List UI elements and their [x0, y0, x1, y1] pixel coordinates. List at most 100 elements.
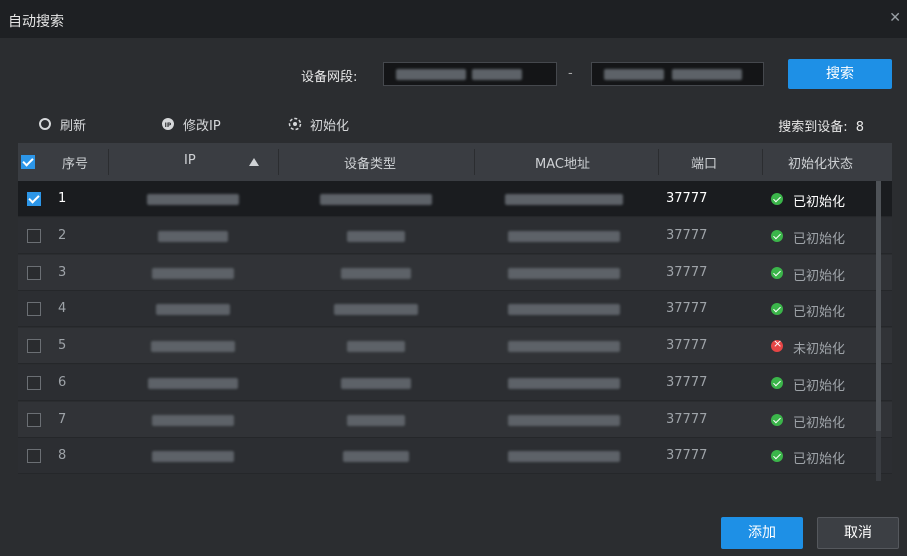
masked-mac	[508, 377, 620, 389]
header-type: 设备类型	[344, 157, 397, 172]
row-status: 未初始化	[793, 342, 846, 357]
row-status: 已初始化	[793, 195, 846, 210]
masked-device-type	[334, 304, 418, 316]
table-row[interactable]: 1 37777 已初始化	[18, 181, 892, 217]
check-circle-icon	[771, 303, 783, 316]
row-status: 已初始化	[793, 415, 846, 431]
row-port: 37777	[666, 301, 708, 317]
row-index: 6	[58, 374, 67, 390]
found-number: 8	[855, 120, 864, 135]
row-port: 37777	[666, 411, 708, 427]
modify-ip-label: 修改IP	[183, 118, 221, 134]
check-circle-icon	[771, 450, 783, 463]
masked-device-type	[341, 267, 411, 279]
window-title: 自动搜索	[8, 14, 64, 30]
masked-mac	[508, 230, 620, 242]
masked-text	[604, 69, 664, 80]
header-index: 序号	[62, 157, 89, 172]
masked-mac	[508, 414, 620, 426]
cancel-button[interactable]: 取消	[817, 517, 899, 549]
table-row[interactable]: 6 37777 已初始化	[18, 364, 892, 401]
close-icon[interactable]: ✕	[889, 10, 901, 26]
ip-icon: IP	[162, 118, 174, 130]
masked-text	[472, 69, 522, 80]
found-count: 搜索到设备: 8	[778, 116, 864, 135]
row-port: 37777	[666, 448, 708, 464]
header-divider	[474, 149, 475, 175]
row-index: 3	[58, 264, 67, 280]
masked-ip	[158, 230, 228, 242]
row-checkbox[interactable]	[27, 375, 41, 390]
sort-asc-icon[interactable]	[249, 158, 259, 166]
masked-device-type	[347, 230, 405, 242]
check-circle-icon	[771, 229, 783, 242]
start-ip-input[interactable]	[383, 62, 557, 86]
masked-device-type	[320, 194, 432, 205]
modify-ip-button[interactable]: IP 修改IP	[161, 115, 221, 134]
masked-ip	[152, 451, 234, 463]
masked-ip	[151, 341, 235, 352]
header-status: 初始化状态	[788, 157, 854, 172]
masked-ip	[156, 304, 230, 316]
header-divider	[108, 149, 109, 175]
header-mac: MAC地址	[535, 157, 590, 172]
row-port: 37777	[666, 191, 708, 206]
check-circle-icon	[771, 376, 783, 389]
refresh-button[interactable]: 刷新	[38, 115, 87, 134]
row-checkbox[interactable]	[27, 265, 41, 280]
masked-mac	[508, 341, 620, 352]
row-checkbox[interactable]	[27, 339, 41, 353]
row-checkbox[interactable]	[27, 192, 41, 206]
row-checkbox[interactable]	[27, 449, 41, 464]
header-divider	[658, 149, 659, 175]
row-port: 37777	[666, 264, 708, 280]
table-header: 序号 IP 设备类型 MAC地址 端口 初始化状态	[18, 143, 892, 181]
header-divider	[278, 149, 279, 175]
masked-device-type	[341, 377, 411, 389]
row-index: 2	[58, 227, 67, 243]
masked-mac	[508, 304, 620, 316]
add-button[interactable]: 添加	[721, 517, 803, 549]
masked-ip	[147, 194, 239, 205]
masked-mac	[508, 451, 620, 463]
refresh-label: 刷新	[60, 118, 87, 134]
row-checkbox[interactable]	[27, 228, 41, 243]
select-all-checkbox[interactable]	[21, 155, 35, 169]
check-circle-icon	[771, 413, 783, 426]
title-bar: 自动搜索 ✕	[0, 0, 907, 38]
table-row[interactable]: 2 37777 已初始化	[18, 217, 892, 254]
row-checkbox[interactable]	[27, 412, 41, 427]
masked-mac	[505, 194, 623, 205]
initialize-label: 初始化	[310, 118, 350, 134]
table-row[interactable]: 7 37777 已初始化	[18, 401, 892, 438]
initialize-icon	[288, 117, 302, 131]
masked-ip	[148, 377, 238, 389]
row-index: 7	[58, 411, 67, 427]
initialize-button[interactable]: 初始化	[288, 115, 350, 134]
search-button[interactable]: 搜索	[788, 59, 892, 89]
row-status: 已初始化	[793, 378, 846, 394]
row-index: 5	[58, 338, 67, 353]
masked-mac	[508, 267, 620, 279]
masked-ip	[152, 414, 234, 426]
scrollbar-thumb[interactable]	[876, 181, 881, 431]
table-row[interactable]: 3 37777 已初始化	[18, 254, 892, 291]
row-status: 已初始化	[793, 452, 846, 468]
row-checkbox[interactable]	[27, 302, 41, 317]
found-label: 搜索到设备:	[778, 120, 848, 135]
row-port: 37777	[666, 338, 708, 353]
row-status: 已初始化	[793, 305, 846, 321]
row-index: 8	[58, 448, 67, 464]
row-index: 4	[58, 301, 67, 317]
header-divider	[762, 149, 763, 175]
row-port: 37777	[666, 227, 708, 243]
table-row[interactable]: 8 37777 已初始化	[18, 438, 892, 475]
check-circle-icon	[771, 266, 783, 279]
table-row[interactable]: 5 37777 未初始化	[18, 328, 892, 364]
table-row[interactable]: 4 37777 已初始化	[18, 291, 892, 328]
row-index: 1	[58, 191, 67, 206]
end-ip-input[interactable]	[591, 62, 764, 86]
range-dash: -	[568, 66, 573, 81]
header-ip[interactable]: IP	[184, 153, 196, 168]
header-port: 端口	[691, 157, 718, 172]
